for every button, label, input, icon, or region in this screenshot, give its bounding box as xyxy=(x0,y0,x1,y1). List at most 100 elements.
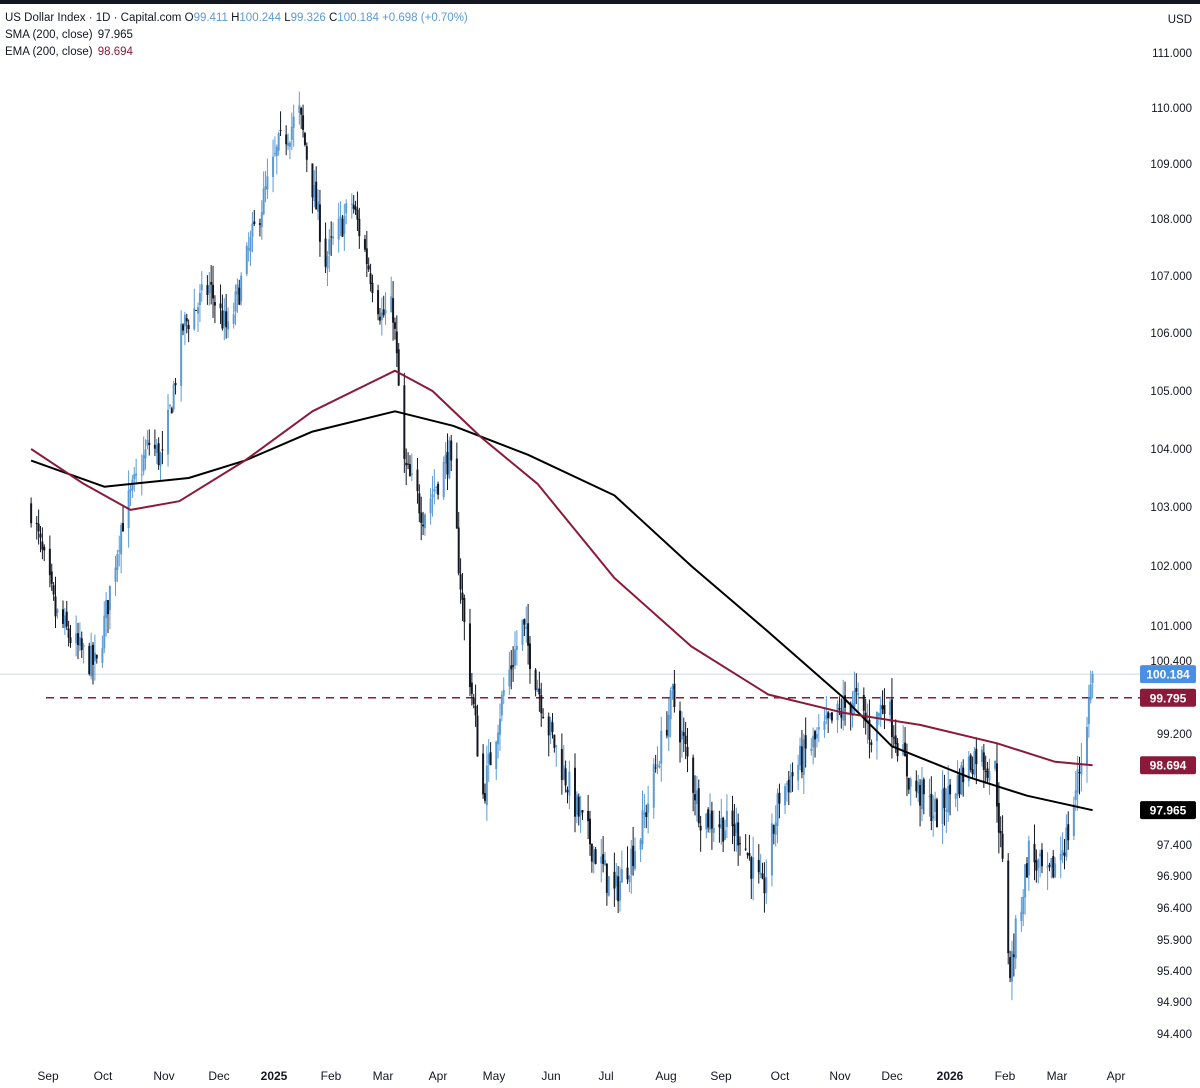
candle-body xyxy=(468,623,471,687)
y-tick-label: 99.200 xyxy=(1157,729,1192,741)
candle-body xyxy=(302,115,305,130)
candle-body xyxy=(120,524,123,555)
candle-body xyxy=(50,571,53,584)
candle-body xyxy=(300,108,303,115)
x-tick-label: Feb xyxy=(321,1069,342,1083)
candle-body xyxy=(549,720,552,735)
candle-body xyxy=(88,645,91,674)
candle-body xyxy=(709,813,712,830)
candle-body xyxy=(433,489,436,492)
candle-body xyxy=(973,751,976,775)
chart-area[interactable]: USD 111.000 110.000 109.000 108.000 107.000 10… xyxy=(0,0,1200,1088)
candle-body xyxy=(935,799,938,828)
candle-body xyxy=(830,712,833,721)
candle-body xyxy=(735,822,738,834)
candle-body xyxy=(604,860,607,866)
candle-body xyxy=(1076,769,1079,793)
candle-body xyxy=(105,600,108,619)
candle-body xyxy=(170,408,173,414)
candle-body xyxy=(185,318,188,322)
candle-body xyxy=(857,692,860,695)
x-tick-label: Jul xyxy=(598,1069,613,1083)
candle-body xyxy=(645,812,648,818)
candle-body xyxy=(174,382,177,386)
candle-body xyxy=(787,779,790,793)
candle-body xyxy=(905,754,908,777)
candle-body xyxy=(752,857,755,879)
candle-body xyxy=(643,813,646,815)
legend-ema-row: EMA (200, close) 98.694 xyxy=(5,46,133,58)
candle-body xyxy=(37,523,40,532)
candle-body xyxy=(915,780,918,792)
candle-body xyxy=(881,705,884,710)
candle-body xyxy=(337,218,340,240)
candle-body xyxy=(384,310,387,314)
currency-label: USD xyxy=(1168,14,1192,26)
candle-body xyxy=(219,303,222,309)
candle-body xyxy=(1039,853,1042,857)
candle-body xyxy=(934,798,937,813)
candle-body xyxy=(744,848,747,850)
candle-body xyxy=(157,443,160,466)
candle-body xyxy=(920,780,923,810)
candle-body xyxy=(761,873,764,879)
candle-body xyxy=(324,238,327,267)
x-tick-label: Sep xyxy=(37,1069,59,1083)
candle-body xyxy=(367,265,370,270)
candle-body xyxy=(198,292,201,305)
candle-body xyxy=(684,735,687,744)
candle-body xyxy=(39,533,42,538)
candle-body xyxy=(671,686,674,690)
candle-body xyxy=(553,734,556,748)
candle-body xyxy=(408,464,411,477)
candle-body xyxy=(1007,860,1010,954)
candle-body xyxy=(720,817,723,829)
ema-200-line xyxy=(30,369,1093,767)
candle-body xyxy=(941,789,944,825)
candle-body xyxy=(90,645,93,677)
candle-body xyxy=(80,638,83,651)
candle-body xyxy=(575,794,578,815)
ema-value: 98.694 xyxy=(97,46,133,58)
candle-body xyxy=(853,690,856,708)
candle-body xyxy=(997,802,1000,833)
candle-body xyxy=(823,721,826,730)
candle-body xyxy=(984,770,987,772)
candle-body xyxy=(799,745,802,766)
candle-body xyxy=(815,733,818,739)
candle-body xyxy=(879,704,882,718)
candle-body xyxy=(947,786,950,813)
candle-body xyxy=(1078,772,1081,774)
candle-body xyxy=(692,757,695,793)
candle-body xyxy=(725,810,728,827)
candle-body xyxy=(363,239,366,250)
candle-body xyxy=(542,716,545,718)
candle-body xyxy=(476,715,479,757)
candle-body xyxy=(495,741,498,769)
candle-body xyxy=(352,204,355,209)
candle-body xyxy=(1059,853,1062,861)
candle-body xyxy=(654,767,657,769)
candle-body xyxy=(444,454,447,464)
candle-body xyxy=(429,498,432,514)
candle-body xyxy=(290,126,293,140)
candle-body xyxy=(600,856,603,864)
candle-body xyxy=(581,810,584,813)
candle-body xyxy=(810,748,813,751)
candle-body xyxy=(802,739,805,775)
candle-body xyxy=(63,615,66,628)
candle-body xyxy=(500,694,503,716)
candle-body xyxy=(168,404,171,407)
candle-body xyxy=(647,803,650,813)
candle-body xyxy=(497,732,500,745)
candle-body xyxy=(875,711,878,741)
candle-body xyxy=(118,550,121,552)
candle-body xyxy=(354,206,357,211)
candle-body xyxy=(275,146,278,157)
candle-body xyxy=(43,546,46,551)
candle-body xyxy=(378,316,381,321)
candle-body xyxy=(129,488,132,492)
candle-body xyxy=(620,869,623,883)
y-tick-label: 109.000 xyxy=(1150,159,1192,171)
candle-body xyxy=(311,163,314,198)
